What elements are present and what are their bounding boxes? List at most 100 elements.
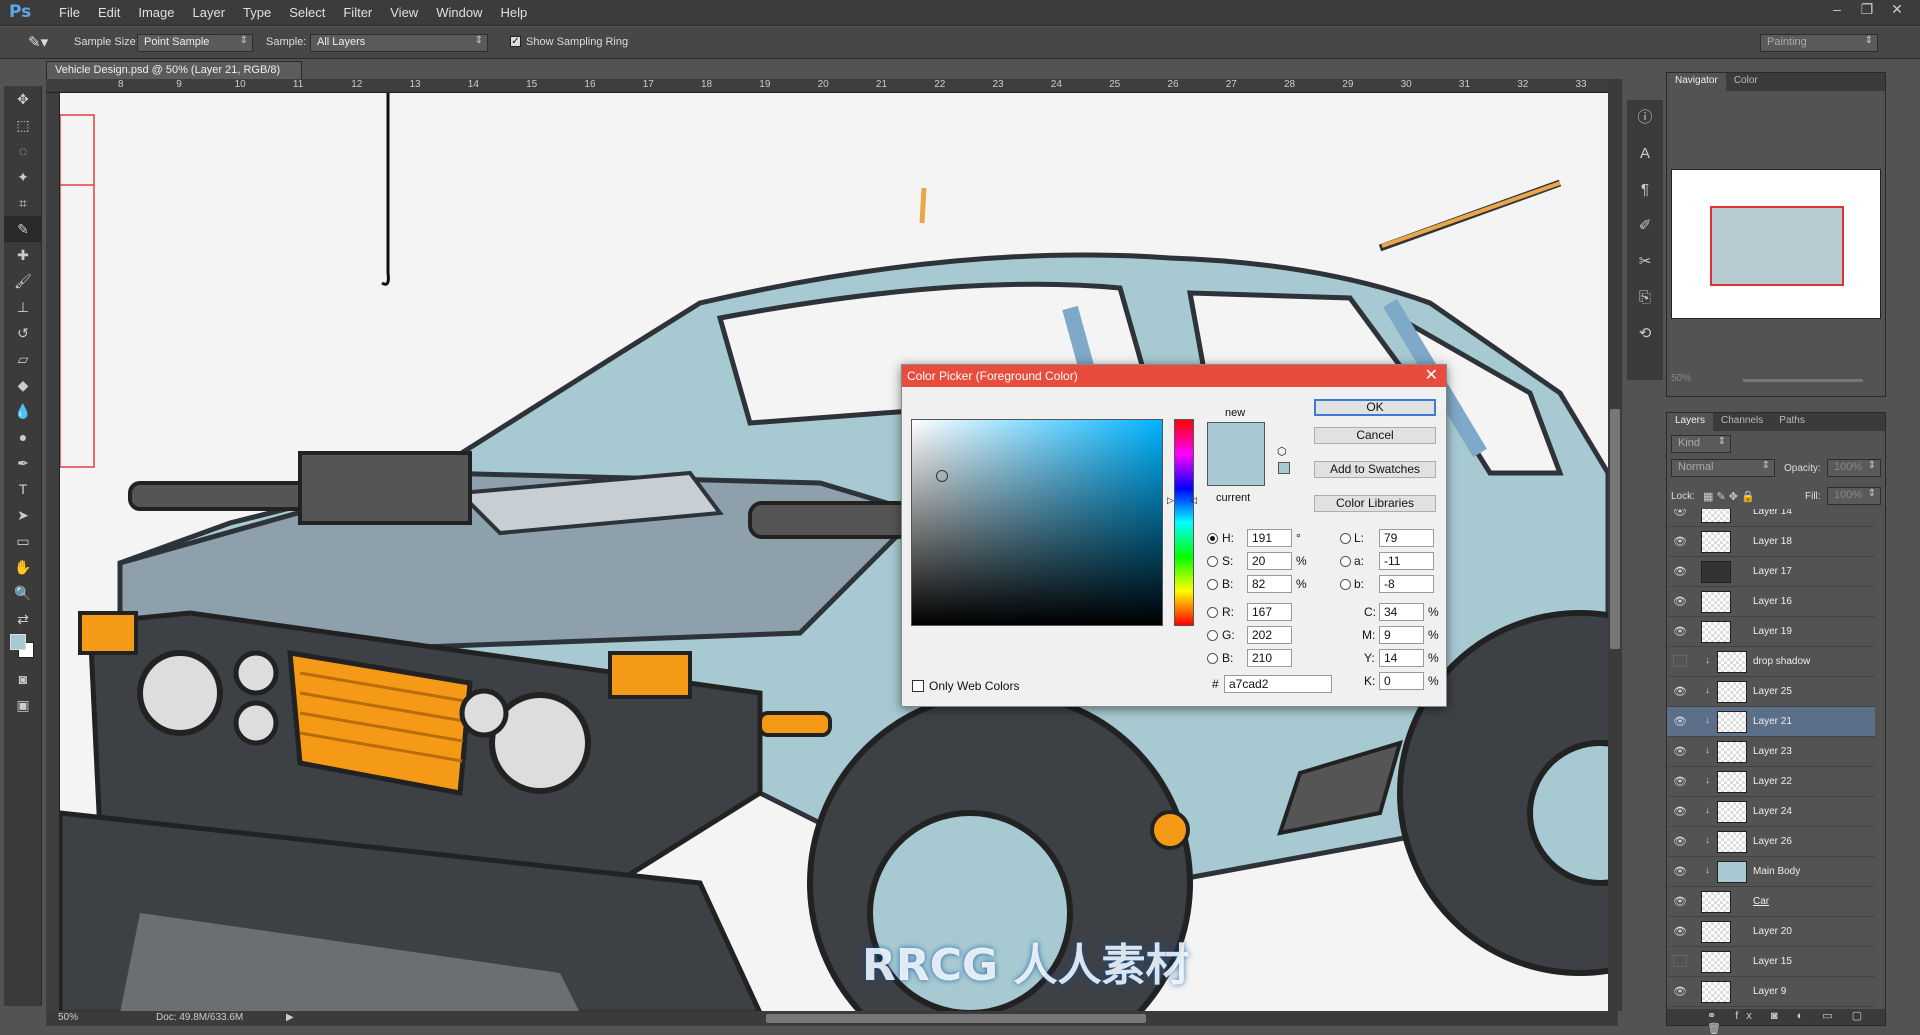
close-icon[interactable]: ✕ [1425,365,1438,387]
lock-icons[interactable]: ▦ ✎ ✥ 🔒 [1703,490,1755,503]
h-radio[interactable] [1207,533,1218,544]
sampling-ring-checkbox[interactable]: ✓ [510,36,521,47]
menu-image[interactable]: Image [129,0,183,26]
menu-window[interactable]: Window [427,0,491,26]
layer-row[interactable]: 👁 ↓ Layer 22 [1667,767,1875,797]
layer-row[interactable]: 👁 Layer 19 [1667,617,1875,647]
visibility-icon[interactable]: 👁 [1673,745,1687,758]
layer-footer-icons[interactable]: ⚭ fx ◙ ◐ ▭ ▢ 🗑 [1667,1009,1885,1035]
visibility-icon[interactable]: 👁 [1673,625,1687,638]
hand-tool-icon[interactable]: ✋ [4,554,42,580]
visibility-icon[interactable]: · [1673,655,1687,667]
foreground-color[interactable] [10,634,26,650]
add-to-swatches-button[interactable]: Add to Swatches [1314,461,1436,478]
layer-row[interactable]: 👁 ↓ Layer 25 [1667,677,1875,707]
g-input[interactable]: 202 [1247,626,1292,644]
visibility-icon[interactable]: 👁 [1673,535,1687,548]
ok-button[interactable]: OK [1314,399,1436,416]
only-web-colors-checkbox[interactable] [912,680,924,692]
brush-tool-icon[interactable]: 🖌 [4,268,42,294]
blend-mode-select[interactable]: Normal [1671,459,1775,477]
layer-row[interactable]: 👁 Layer 16 [1667,587,1875,617]
g-radio[interactable] [1207,630,1218,641]
visibility-icon[interactable]: 👁 [1673,835,1687,848]
scroll-thumb[interactable] [1610,409,1620,649]
navigator-thumbnail[interactable] [1671,169,1881,319]
tab-paths[interactable]: Paths [1771,413,1813,431]
menu-view[interactable]: View [381,0,427,26]
visibility-icon[interactable]: 👁 [1673,595,1687,608]
zoom-level[interactable]: 50% [58,1012,78,1023]
lab-b-radio[interactable] [1340,579,1351,590]
cancel-button[interactable]: Cancel [1314,427,1436,444]
blue-radio[interactable] [1207,653,1218,664]
visibility-icon[interactable]: · [1673,955,1687,967]
history-icon[interactable]: ⟲ [1627,316,1663,352]
c-input[interactable]: 34 [1379,603,1424,621]
menu-help[interactable]: Help [491,0,536,26]
info-icon[interactable]: ⓘ [1627,100,1663,136]
layer-row[interactable]: 👁 Car [1667,887,1875,917]
sample-select[interactable]: All Layers [310,34,488,52]
web-safe-swatch[interactable] [1278,462,1290,474]
a-input[interactable]: -11 [1379,552,1434,570]
b-input[interactable]: 82 [1247,575,1292,593]
fill-input[interactable]: 100% [1827,487,1881,505]
rectangle-tool-icon[interactable]: ▭ [4,528,42,554]
layer-row[interactable]: 👁 Layer 18 [1667,527,1875,557]
screen-mode-icon[interactable]: ▣ [4,692,42,718]
m-input[interactable]: 9 [1379,626,1424,644]
opacity-input[interactable]: 100% [1827,459,1881,477]
gamut-cube-icon[interactable]: ⬡ [1277,445,1287,458]
path-select-icon[interactable]: ➤ [4,502,42,528]
move-tool-icon[interactable]: ✥ [4,86,42,112]
l-radio[interactable] [1340,533,1351,544]
layer-row-selected[interactable]: 👁 ↓ Layer 21 [1667,707,1875,737]
menu-filter[interactable]: Filter [334,0,381,26]
color-field-cursor[interactable] [936,470,948,482]
b-radio[interactable] [1207,579,1218,590]
navigator-zoom[interactable]: 50% [1671,373,1691,384]
layer-row[interactable]: · ↓ drop shadow [1667,647,1875,677]
visibility-icon[interactable]: 👁 [1673,805,1687,818]
color-field[interactable] [911,419,1163,626]
color-libraries-button[interactable]: Color Libraries [1314,495,1436,512]
zoom-tool-icon[interactable]: 🔍 [4,580,42,606]
layer-row[interactable]: 👁 Layer 17 [1667,557,1875,587]
layer-row[interactable]: 👁 Layer 14 [1667,509,1875,527]
tab-channels[interactable]: Channels [1713,413,1771,431]
restore-icon[interactable]: ❐ [1852,0,1882,20]
marquee-tool-icon[interactable]: ⬚ [4,112,42,138]
quick-mask-icon[interactable]: ◙ [4,666,42,692]
document-tab[interactable]: Vehicle Design.psd @ 50% (Layer 21, RGB/… [46,61,302,89]
visibility-icon[interactable]: 👁 [1673,565,1687,578]
layer-row[interactable]: 👁 ↓ Layer 23 [1667,737,1875,767]
l-input[interactable]: 79 [1379,529,1434,547]
k-input[interactable]: 0 [1379,672,1424,690]
healing-tool-icon[interactable]: ✚ [4,242,42,268]
lasso-tool-icon[interactable]: ◌ [4,138,42,164]
layer-row[interactable]: 👁 ↓ Layer 24 [1667,797,1875,827]
a-radio[interactable] [1340,556,1351,567]
history-brush-icon[interactable]: ↺ [4,320,42,346]
blur-tool-icon[interactable]: 💧 [4,398,42,424]
tool-preset-icon[interactable]: ✂ [1627,244,1663,280]
menu-type[interactable]: Type [234,0,280,26]
layer-row[interactable]: 👁 ↓ Layer 26 [1667,827,1875,857]
visibility-icon[interactable]: 👁 [1673,865,1687,878]
visibility-icon[interactable]: 👁 [1673,509,1687,518]
hex-input[interactable]: a7cad2 [1224,675,1332,693]
eyedropper-tool-icon[interactable]: ✎▾ [28,33,48,51]
kind-filter-select[interactable]: Kind [1671,435,1731,453]
r-radio[interactable] [1207,607,1218,618]
visibility-icon[interactable]: 👁 [1673,715,1687,728]
tab-color[interactable]: Color [1726,73,1766,91]
paragraph-icon[interactable]: ¶ [1627,172,1663,208]
type-tool-icon[interactable]: T [4,476,42,502]
layer-row[interactable]: · Layer 15 [1667,947,1875,977]
clone-source-icon[interactable]: ⎘ [1627,280,1663,316]
layer-row[interactable]: 👁 Layer 20 [1667,917,1875,947]
lab-b-input[interactable]: -8 [1379,575,1434,593]
layer-row[interactable]: 👁 ↓ Main Body [1667,857,1875,887]
swap-colors-icon[interactable]: ⇄ [4,606,42,632]
